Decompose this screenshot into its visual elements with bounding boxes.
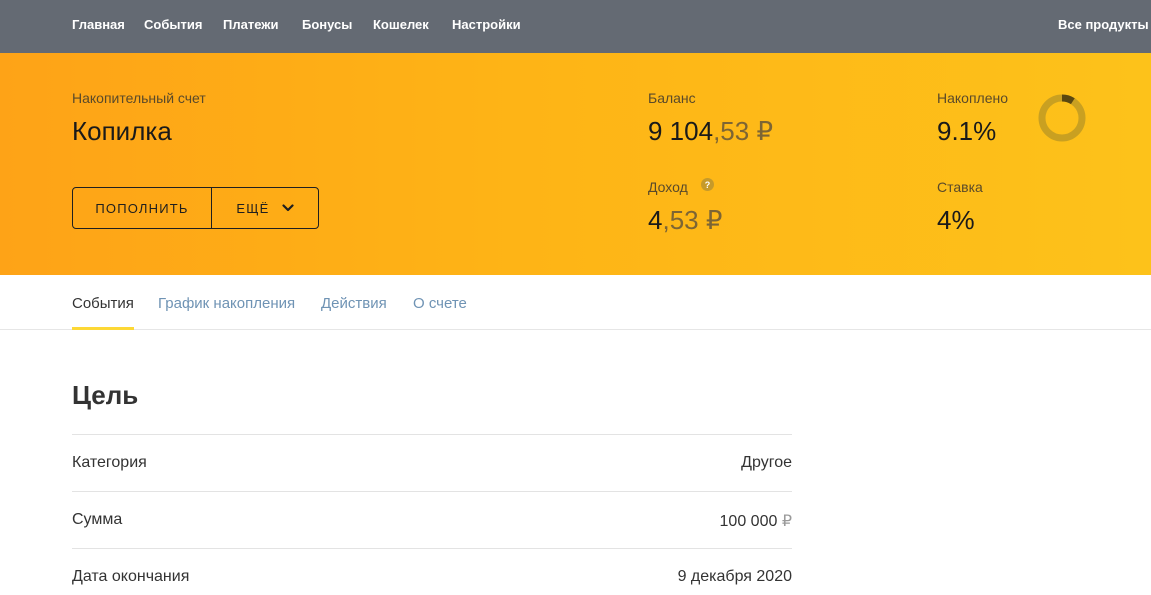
active-tab-indicator — [72, 327, 134, 330]
balance-fraction: ,53 ₽ — [713, 116, 773, 146]
balance-value: 9 104,53 ₽ — [648, 116, 773, 147]
account-actions: ПОПОЛНИТЬ ЕЩЁ — [72, 187, 319, 229]
balance-label: Баланс — [648, 90, 696, 106]
income-integer: 4 — [648, 205, 663, 235]
nav-payments[interactable]: Платежи — [223, 17, 278, 32]
goal-heading: Цель — [72, 380, 139, 410]
goal-row-label: Сумма — [72, 511, 123, 528]
progress-ring-track — [1038, 94, 1086, 142]
goal-row-label: Категория — [72, 454, 147, 471]
account-tabs: События График накопления Действия О сче… — [0, 275, 1151, 330]
account-type-label: Накопительный счет — [72, 90, 206, 106]
savings-progress-ring — [1038, 94, 1086, 142]
nav-home[interactable]: Главная — [72, 17, 125, 32]
goal-row-end-date: Дата окончания 9 декабря 2020 — [72, 548, 792, 595]
goal-value-currency: ₽ — [777, 513, 792, 530]
saved-label: Накоплено — [937, 90, 1009, 106]
rate-value: 4% — [937, 205, 975, 235]
nav-events[interactable]: События — [144, 17, 202, 32]
rate-label: Ставка — [937, 179, 983, 195]
nav-settings[interactable]: Настройки — [452, 17, 521, 32]
tab-actions[interactable]: Действия — [321, 295, 387, 312]
tab-about-account[interactable]: О счете — [413, 295, 467, 312]
goal-value-text: 9 декабря 2020 — [677, 568, 792, 585]
goal-row-value: Другое — [741, 454, 792, 472]
goal-row-category: Категория Другое — [72, 434, 792, 491]
help-icon[interactable]: ? — [701, 178, 714, 191]
income-label: Доход — [648, 179, 688, 195]
goal-row-value: 100 000 ₽ — [720, 511, 792, 531]
goal-row-amount: Сумма 100 000 ₽ — [72, 491, 792, 548]
topup-button[interactable]: ПОПОЛНИТЬ — [73, 188, 212, 228]
top-navigation: Главная События Платежи Бонусы Кошелек Н… — [0, 0, 1151, 53]
income-fraction: ,53 ₽ — [662, 205, 723, 235]
goal-value-text: 100 000 — [719, 513, 778, 530]
chevron-down-icon — [281, 204, 294, 212]
income-value: 4,53 ₽ — [648, 205, 722, 236]
more-button[interactable]: ЕЩЁ — [212, 188, 318, 228]
saved-value: 9.1% — [937, 116, 997, 146]
goal-row-value: 9 декабря 2020 — [678, 568, 792, 586]
balance-integer: 9 104 — [648, 116, 714, 146]
more-button-label: ЕЩЁ — [236, 200, 270, 216]
goal-row-label: Дата окончания — [72, 568, 190, 585]
nav-all-products[interactable]: Все продукты — [1058, 17, 1149, 32]
nav-wallet[interactable]: Кошелек — [373, 17, 429, 32]
account-name: Копилка — [72, 116, 172, 146]
nav-bonuses[interactable]: Бонусы — [302, 17, 352, 32]
tab-events[interactable]: События — [72, 295, 134, 312]
tab-savings-chart[interactable]: График накопления — [158, 295, 295, 312]
goal-value-text: Другое — [741, 454, 792, 471]
account-header: Накопительный счет Копилка ПОПОЛНИТЬ ЕЩЁ… — [0, 53, 1151, 275]
